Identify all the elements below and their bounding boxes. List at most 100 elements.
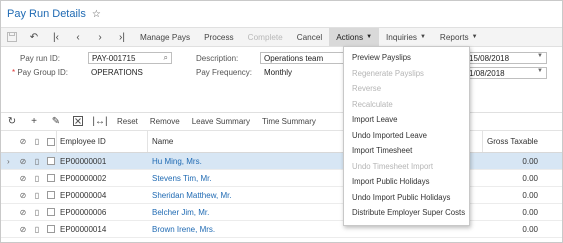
complete-button[interactable]: Complete <box>241 28 290 46</box>
pay-frequency-label: Pay Frequency: <box>196 68 253 77</box>
note-icon: ▯ <box>34 137 40 146</box>
attachment-icon[interactable]: ⊘ <box>17 221 29 237</box>
reset-button[interactable]: Reset <box>111 117 144 126</box>
grid-toolbar: ↻ + ✎ |↔| Reset Remove Leave Summary Tim… <box>1 112 562 129</box>
gross-taxable-cell: 0.00 <box>522 207 538 217</box>
table-row[interactable]: ⊘ ▯ EP00000006 Belcher Jim, Mr. 0.00 <box>1 204 562 221</box>
employee-name-link[interactable]: Hu Ming, Mrs. <box>152 153 202 169</box>
actions-dropdown-menu: Preview Payslips Regenerate Payslips Rev… <box>343 46 470 226</box>
menu-item-distribute-employer-super-costs[interactable]: Distribute Employer Super Costs <box>344 205 469 221</box>
next-record-icon[interactable]: › <box>89 28 111 46</box>
table-row[interactable]: ⊘ ▯ EP00000002 Stevens Tim, Mr. 0.00 <box>1 170 562 187</box>
add-row-icon[interactable]: + <box>23 113 45 129</box>
employee-name-link[interactable]: Sheridan Matthew, Mr. <box>152 187 232 203</box>
table-row[interactable]: ⊘ ▯ EP00000004 Sheridan Matthew, Mr. 0.0… <box>1 187 562 204</box>
employee-name-link[interactable]: Stevens Tim, Mr. <box>152 170 212 186</box>
undo-icon[interactable]: ↶ <box>23 28 45 46</box>
description-field[interactable]: Operations team <box>260 52 344 64</box>
row-checkbox[interactable] <box>45 221 57 237</box>
inquiries-menu-button[interactable]: Inquiries ▼ <box>379 28 433 46</box>
export-excel-icon[interactable] <box>67 113 89 129</box>
menu-item-recalculate[interactable]: Recalculate <box>344 97 469 113</box>
note-icon[interactable]: ▯ <box>31 204 43 220</box>
employee-id-cell: EP00000014 <box>60 224 107 234</box>
attachment-icon[interactable]: ⊘ <box>17 153 29 169</box>
pay-group-id-label: * Pay Group ID: <box>12 68 69 77</box>
row-checkbox[interactable] <box>45 204 57 220</box>
employee-id-cell: EP00000001 <box>60 156 107 166</box>
note-icon[interactable]: ▯ <box>31 153 43 169</box>
pay-frequency-value: Monthly <box>264 68 293 77</box>
menu-item-preview-payslips[interactable]: Preview Payslips <box>344 50 469 66</box>
period-end-date-value: 15/08/2018 <box>469 54 510 63</box>
main-toolbar: ↶ |‹ ‹ › ›| Manage Pays Process Complete… <box>1 27 562 47</box>
menu-item-import-timesheet[interactable]: Import Timesheet <box>344 143 469 159</box>
refresh-icon[interactable]: ↻ <box>1 113 23 129</box>
favorite-star-icon[interactable]: ☆ <box>92 9 101 20</box>
column-name[interactable]: Name <box>152 131 173 152</box>
actions-menu-button[interactable]: Actions ▼ <box>329 28 380 46</box>
row-pointer-icon: › <box>7 156 10 166</box>
period-end-date-field[interactable]: 15/08/2018 ▼ <box>465 52 547 64</box>
remove-button[interactable]: Remove <box>144 117 186 126</box>
menu-item-undo-import-public-holidays[interactable]: Undo Import Public Holidays <box>344 190 469 206</box>
menu-item-import-leave[interactable]: Import Leave <box>344 112 469 128</box>
employee-name-link[interactable]: Belcher Jim, Mr. <box>152 204 209 220</box>
attachment-icon[interactable]: ⊘ <box>17 170 29 186</box>
gross-taxable-cell: 0.00 <box>522 190 538 200</box>
manage-pays-button[interactable]: Manage Pays <box>133 28 197 46</box>
attachment-icon[interactable]: ⊘ <box>17 187 29 203</box>
inquiries-label: Inquiries <box>386 32 417 42</box>
first-record-icon[interactable]: |‹ <box>45 28 67 46</box>
employee-id-cell: EP00000004 <box>60 190 107 200</box>
fit-columns-icon[interactable]: |↔| <box>89 113 111 129</box>
payment-date-value: 1/08/2018 <box>469 69 505 78</box>
search-icon[interactable]: ⌕ <box>164 53 168 63</box>
note-icon[interactable]: ▯ <box>31 170 43 186</box>
description-value: Operations team <box>264 54 324 63</box>
chevron-down-icon[interactable]: ▼ <box>537 68 543 74</box>
gross-taxable-cell: 0.00 <box>522 224 538 234</box>
chevron-down-icon: ▼ <box>366 34 373 40</box>
chevron-down-icon: ▼ <box>419 34 426 40</box>
edit-icon[interactable]: ✎ <box>45 113 67 129</box>
description-label: Description: <box>196 54 239 63</box>
page-title: Pay Run Details <box>7 8 86 20</box>
column-gross-taxable[interactable]: Gross Taxable <box>485 131 538 152</box>
menu-item-undo-timesheet-import[interactable]: Undo Timesheet Import <box>344 159 469 175</box>
menu-item-undo-imported-leave[interactable]: Undo Imported Leave <box>344 128 469 144</box>
title-bar: Pay Run Details ☆ <box>7 7 101 21</box>
chevron-down-icon[interactable]: ▼ <box>537 53 543 59</box>
note-icon[interactable]: ▯ <box>31 187 43 203</box>
pay-run-id-label: Pay run ID: <box>20 54 61 63</box>
previous-record-icon[interactable]: ‹ <box>67 28 89 46</box>
last-record-icon[interactable]: ›| <box>111 28 133 46</box>
menu-item-regenerate-payslips[interactable]: Regenerate Payslips <box>344 66 469 82</box>
menu-item-reverse[interactable]: Reverse <box>344 81 469 97</box>
employee-id-cell: EP00000006 <box>60 207 107 217</box>
save-icon[interactable] <box>1 28 23 46</box>
leave-summary-button[interactable]: Leave Summary <box>186 117 256 126</box>
table-row[interactable]: ⊘ ▯ EP00000014 Brown Irene, Mrs. 0.00 <box>1 221 562 238</box>
cancel-button[interactable]: Cancel <box>290 28 330 46</box>
table-row[interactable]: › ⊘ ▯ EP00000001 Hu Ming, Mrs. 0.00 <box>1 153 562 170</box>
column-employee-id[interactable]: Employee ID <box>60 131 106 152</box>
chevron-down-icon: ▼ <box>471 34 478 40</box>
process-button[interactable]: Process <box>197 28 241 46</box>
row-checkbox[interactable] <box>45 187 57 203</box>
employee-name-link[interactable]: Brown Irene, Mrs. <box>152 221 215 237</box>
employee-grid: ⊘ ▯ Employee ID Name Gross Taxable › ⊘ ▯… <box>1 130 562 238</box>
pay-run-id-value: PAY-001715 <box>92 54 136 63</box>
time-summary-button[interactable]: Time Summary <box>256 117 322 126</box>
payment-date-field[interactable]: 1/08/2018 ▼ <box>465 67 547 79</box>
attachment-icon: ⊘ <box>19 137 27 146</box>
note-icon[interactable]: ▯ <box>31 221 43 237</box>
row-checkbox[interactable] <box>45 153 57 169</box>
gross-taxable-cell: 0.00 <box>522 173 538 183</box>
menu-item-import-public-holidays[interactable]: Import Public Holidays <box>344 174 469 190</box>
reports-menu-button[interactable]: Reports ▼ <box>433 28 485 46</box>
attachment-icon[interactable]: ⊘ <box>17 204 29 220</box>
pay-run-id-field[interactable]: PAY-001715 ⌕ <box>88 52 172 64</box>
employee-id-cell: EP00000002 <box>60 173 107 183</box>
row-checkbox[interactable] <box>45 170 57 186</box>
